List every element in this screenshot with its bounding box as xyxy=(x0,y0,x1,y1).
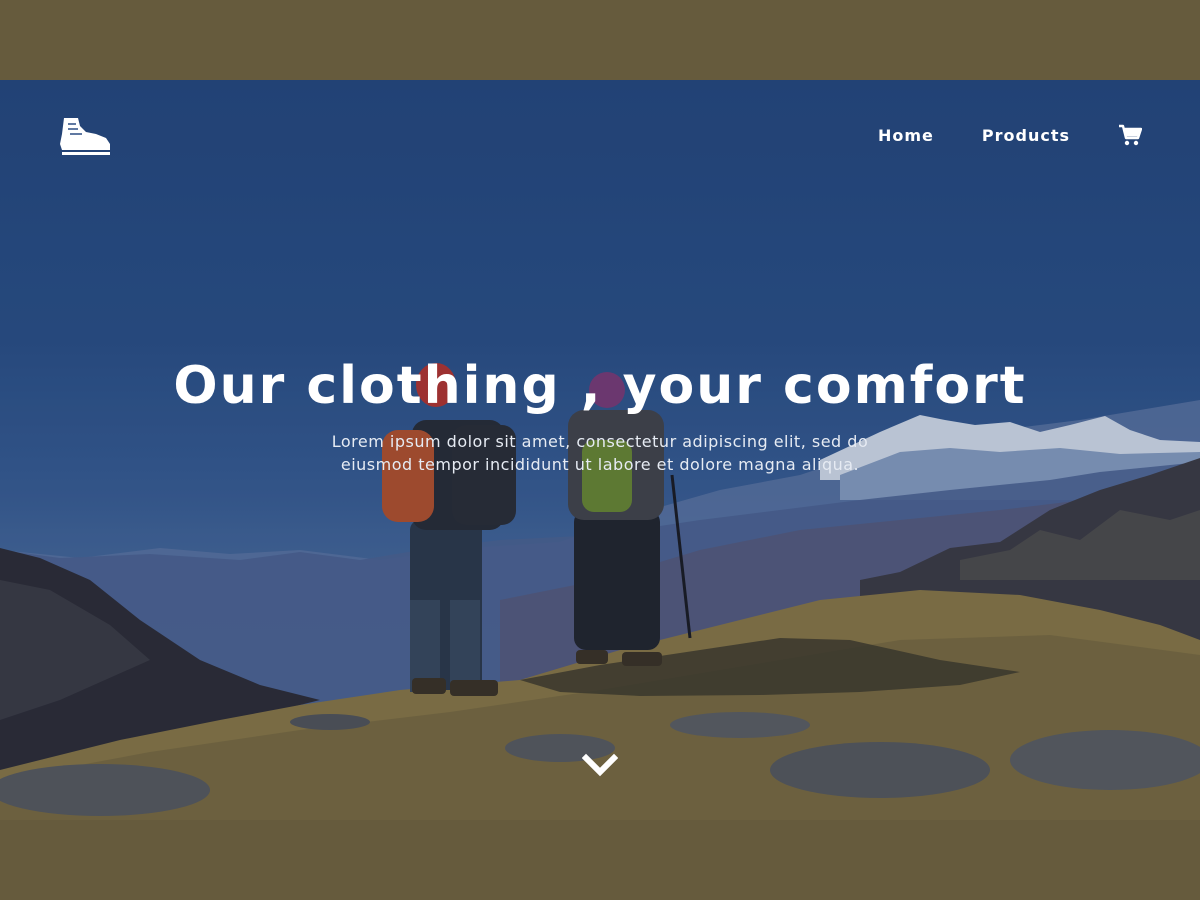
hero-section: Home Products Our clothing , your comfor… xyxy=(0,80,1200,820)
hero-subtext: Lorem ipsum dolor sit amet, consectetur … xyxy=(331,432,869,474)
hero-headline: Our clothing , your comfort xyxy=(173,356,1027,416)
top-band xyxy=(0,0,1200,80)
nav-link-products[interactable]: Products xyxy=(982,126,1070,145)
shopping-cart-icon[interactable] xyxy=(1118,124,1142,146)
hiking-boot-icon[interactable] xyxy=(58,116,112,156)
nav-link-home[interactable]: Home xyxy=(878,126,934,145)
chevron-down-icon[interactable] xyxy=(582,752,618,780)
main-nav: Home Products xyxy=(830,124,1142,146)
bottom-band xyxy=(0,820,1200,900)
